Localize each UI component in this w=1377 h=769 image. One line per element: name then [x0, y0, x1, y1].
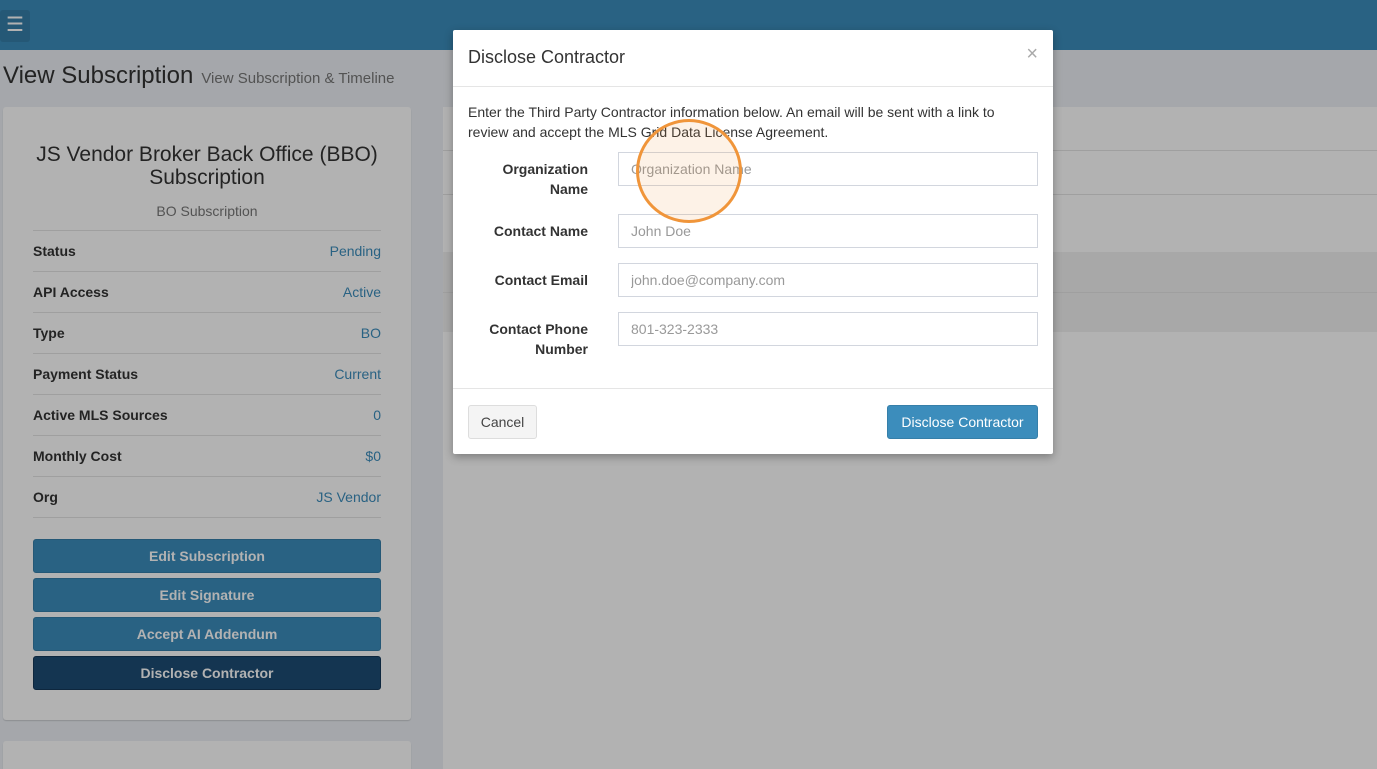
- modal-title: Disclose Contractor: [468, 47, 626, 67]
- close-icon[interactable]: ×: [1026, 44, 1038, 64]
- contact-email-label: Contact Email: [494, 272, 588, 288]
- disclose-contractor-modal: Disclose Contractor × Enter the Third Pa…: [453, 30, 1053, 454]
- modal-header: Disclose Contractor ×: [453, 30, 1053, 87]
- modal-description: Enter the Third Party Contractor informa…: [468, 104, 995, 140]
- contact-phone-label: Contact Phone Number: [489, 321, 588, 357]
- modal-footer-divider: [453, 388, 1053, 389]
- org-name-input[interactable]: [618, 152, 1038, 186]
- contact-phone-input[interactable]: [618, 312, 1038, 346]
- contact-email-input[interactable]: [618, 263, 1038, 297]
- org-name-label: Organization Name: [502, 161, 588, 197]
- disclose-contractor-submit-button[interactable]: Disclose Contractor: [887, 405, 1038, 439]
- contact-name-input[interactable]: [618, 214, 1038, 248]
- cancel-button[interactable]: Cancel: [468, 405, 537, 439]
- contact-name-label: Contact Name: [493, 223, 588, 239]
